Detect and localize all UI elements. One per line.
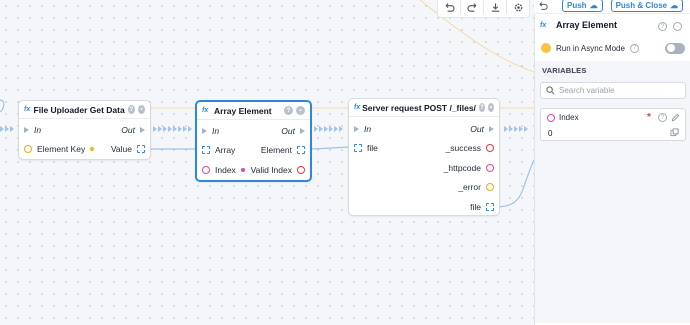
function-icon: fx xyxy=(540,21,547,29)
comment-icon[interactable]: • xyxy=(137,105,145,114)
flow-canvas[interactable]: fx File Uploader Get Data ? • In Out Ele… xyxy=(0,0,534,325)
file-output-port[interactable] xyxy=(486,203,494,211)
cloud-upload-icon: ☁ xyxy=(589,1,598,10)
flow-in-port[interactable] xyxy=(202,128,207,134)
node-header: fx File Uploader Get Data ? • xyxy=(19,101,150,119)
lightning-icon: ⚡ xyxy=(541,43,551,53)
settings-icon[interactable] xyxy=(507,0,529,16)
variable-type-icon xyxy=(547,113,555,122)
port-label-httpcode: _httpcode xyxy=(443,163,481,173)
panel-title: Array Element xyxy=(556,20,618,30)
function-icon: fx xyxy=(202,107,209,114)
element-key-port[interactable] xyxy=(24,145,32,153)
port-label-success: _success xyxy=(445,143,481,153)
panel-header: fx Array Element xyxy=(540,20,617,30)
port-label-error: _error xyxy=(458,182,481,192)
valid-index-output-port[interactable] xyxy=(297,166,305,174)
panel-undo-icon[interactable] xyxy=(534,1,552,11)
variable-card-index[interactable]: Index * ? 0 xyxy=(540,108,686,141)
search-icon xyxy=(546,86,555,95)
error-output-port[interactable] xyxy=(486,183,494,191)
push-button[interactable]: Push ☁ xyxy=(562,0,603,12)
edit-icon[interactable] xyxy=(671,113,680,124)
flow-out-port[interactable] xyxy=(489,126,494,132)
port-label-out: Out xyxy=(121,125,135,135)
node-title: Server request POST /_files/ xyxy=(362,102,476,113)
variables-heading: VARIABLES xyxy=(542,66,587,75)
value-output-port[interactable] xyxy=(137,145,145,153)
flow-in-port[interactable] xyxy=(354,126,359,132)
help-icon[interactable]: ? xyxy=(629,43,639,53)
download-icon[interactable] xyxy=(484,0,506,16)
port-label-element: Element xyxy=(260,145,292,155)
help-icon[interactable]: ? xyxy=(127,105,135,114)
node-server-request[interactable]: fx Server request POST /_files/ ? • In O… xyxy=(348,98,500,216)
comment-icon[interactable]: • xyxy=(487,103,495,112)
node-header: fx Array Element ? • xyxy=(197,102,310,120)
port-label-out: Out xyxy=(470,124,484,134)
function-icon: fx xyxy=(24,106,31,113)
search-variable-input[interactable] xyxy=(559,86,679,95)
port-label-array: Array xyxy=(215,145,236,155)
variable-name: Index xyxy=(559,113,579,122)
variables-section xyxy=(535,61,690,323)
port-label-in: In xyxy=(364,124,372,134)
push-close-button[interactable]: Push & Close ☁ xyxy=(610,0,684,12)
help-icon[interactable]: ? xyxy=(284,106,293,115)
port-label-index: Index xyxy=(215,165,236,175)
panel-header-icons: ? · xyxy=(658,22,682,31)
port-label-file-out: file xyxy=(470,202,481,212)
array-input-port[interactable] xyxy=(202,146,210,154)
help-icon[interactable]: ? xyxy=(658,22,667,31)
undo-icon[interactable] xyxy=(438,0,460,16)
flow-in-port[interactable] xyxy=(24,127,29,133)
required-dot xyxy=(90,147,95,151)
element-output-port[interactable] xyxy=(297,146,305,154)
node-title: File Uploader Get Data xyxy=(33,104,125,115)
canvas-toolbar xyxy=(437,0,530,18)
push-label: Push xyxy=(567,1,587,10)
async-mode-row: ⚡ Run in Async Mode ? xyxy=(541,42,687,54)
node-title: Array Element xyxy=(214,105,272,116)
index-input-port[interactable] xyxy=(202,166,210,174)
port-label-element-key: Element Key xyxy=(37,144,86,154)
delete-icon[interactable]: · xyxy=(673,22,682,31)
node-header: fx Server request POST /_files/ ? • xyxy=(349,99,499,117)
port-label-in: In xyxy=(212,126,220,136)
comment-icon[interactable]: • xyxy=(296,106,305,115)
panel-actions: Push ☁ Push & Close ☁ xyxy=(534,0,690,14)
async-mode-label: Run in Async Mode xyxy=(556,43,625,53)
redo-icon[interactable] xyxy=(461,0,483,16)
async-mode-toggle[interactable] xyxy=(665,42,685,54)
httpcode-output-port[interactable] xyxy=(486,164,494,172)
port-label-out: Out xyxy=(281,126,295,136)
variable-value[interactable]: 0 xyxy=(548,129,552,138)
help-icon[interactable]: ? xyxy=(478,103,485,112)
node-array-element[interactable]: fx Array Element ? • In Out Array Elemen… xyxy=(195,100,312,182)
success-output-port[interactable] xyxy=(486,144,494,152)
function-icon: fx xyxy=(354,104,361,111)
port-label-valid-index: Valid Index xyxy=(250,165,292,175)
help-icon[interactable]: ? xyxy=(658,113,667,122)
search-variable-box xyxy=(540,82,686,99)
flow-out-port[interactable] xyxy=(300,128,305,134)
copy-icon[interactable] xyxy=(670,128,679,139)
node-file-uploader-get-data[interactable]: fx File Uploader Get Data ? • In Out Ele… xyxy=(18,100,151,160)
push-close-label: Push & Close xyxy=(615,1,668,10)
port-label-file: file xyxy=(367,143,378,153)
cloud-upload-icon: ☁ xyxy=(670,1,679,10)
flow-out-port[interactable] xyxy=(140,127,145,133)
file-input-port[interactable] xyxy=(354,144,362,152)
required-dot xyxy=(240,168,245,172)
required-asterisk-icon: * xyxy=(647,112,651,123)
port-label-value: Value xyxy=(110,144,132,154)
port-label-in: In xyxy=(34,125,42,135)
